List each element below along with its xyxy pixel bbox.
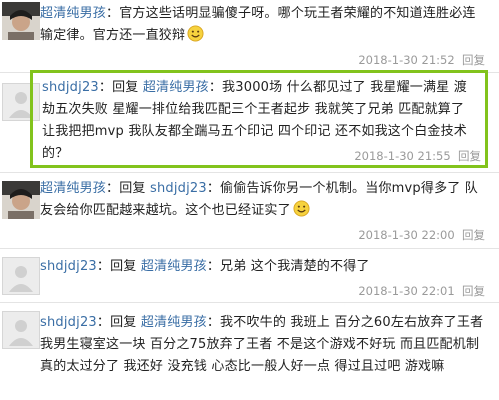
- comment-time: 22:01: [421, 284, 455, 298]
- reply-target-username[interactable]: 超清纯男孩: [141, 259, 207, 274]
- reply-prefix: 回复: [110, 315, 137, 330]
- comment-meta: 2018-1-30 22:01 回复: [358, 283, 485, 299]
- default-avatar-icon: [3, 258, 39, 294]
- comment-body: 超清纯男孩：官方这些话明显骗傻子呀。哪个玩王者荣耀的不知道连胜必连输定律。官方还…: [40, 3, 487, 47]
- comment-meta: 2018-1-30 22:00 回复: [358, 227, 485, 243]
- avatar[interactable]: [2, 311, 40, 349]
- comment-separator: ：: [106, 181, 120, 196]
- comment-username[interactable]: shdjdj23: [40, 259, 97, 274]
- highlight-frame: [30, 70, 488, 168]
- comment-separator: ：: [96, 259, 111, 274]
- smiley-emoji-icon: [187, 25, 204, 42]
- comment-date: 2018-1-30: [358, 53, 418, 67]
- default-avatar-icon: [3, 312, 39, 348]
- comment-time: 22:00: [421, 228, 455, 242]
- reply-target-username[interactable]: 超清纯男孩: [141, 315, 207, 330]
- user-avatar-icon: [2, 2, 40, 40]
- comment-username[interactable]: 超清纯男孩: [40, 181, 106, 196]
- comment-thread: 超清纯男孩：官方这些话明显骗傻子呀。哪个玩王者荣耀的不知道连胜必连输定律。官方还…: [0, 0, 499, 400]
- comment-text: ：兄弟 这个我清楚的不得了: [206, 259, 370, 274]
- reply-link[interactable]: 回复: [462, 53, 485, 67]
- comment-body: 超清纯男孩：回复 shdjdj23：偷偷告诉你另一个机制。当你mvp得多了 队友…: [40, 178, 487, 222]
- comment-separator: ：: [106, 6, 120, 21]
- comment-time: 21:52: [421, 53, 455, 67]
- comment-item: 超清纯男孩：官方这些话明显骗傻子呀。哪个玩王者荣耀的不知道连胜必连输定律。官方还…: [0, 0, 499, 72]
- reply-link[interactable]: 回复: [462, 228, 485, 242]
- comment-item: 超清纯男孩：回复 shdjdj23：偷偷告诉你另一个机制。当你mvp得多了 队友…: [0, 173, 499, 248]
- smiley-emoji-icon: [293, 200, 310, 217]
- comment-item: shdjdj23：回复 超清纯男孩：兄弟 这个我清楚的不得了 2018-1-30…: [0, 249, 499, 301]
- avatar[interactable]: [2, 2, 40, 40]
- comment-date: 2018-1-30: [358, 284, 418, 298]
- reply-prefix: 回复: [110, 259, 137, 274]
- user-avatar-icon: [2, 181, 40, 219]
- avatar[interactable]: [2, 257, 40, 295]
- comment-username[interactable]: 超清纯男孩: [40, 6, 106, 21]
- reply-link[interactable]: 回复: [462, 284, 485, 298]
- comment-item: shdjdj23：回复 超清纯男孩：我不吹牛的 我班上 百分之60左右放弃了王者…: [0, 303, 499, 400]
- comment-body: shdjdj23：回复 超清纯男孩：我不吹牛的 我班上 百分之60左右放弃了王者…: [40, 312, 487, 378]
- reply-prefix: 回复: [119, 181, 146, 196]
- comment-separator: ：: [96, 315, 111, 330]
- comment-date: 2018-1-30: [358, 228, 418, 242]
- comment-meta: 2018-1-30 21:52 回复: [358, 52, 485, 68]
- comment-body: shdjdj23：回复 超清纯男孩：兄弟 这个我清楚的不得了: [40, 256, 487, 278]
- avatar[interactable]: [2, 181, 40, 219]
- reply-target-username[interactable]: shdjdj23: [150, 181, 207, 196]
- comment-username[interactable]: shdjdj23: [40, 315, 97, 330]
